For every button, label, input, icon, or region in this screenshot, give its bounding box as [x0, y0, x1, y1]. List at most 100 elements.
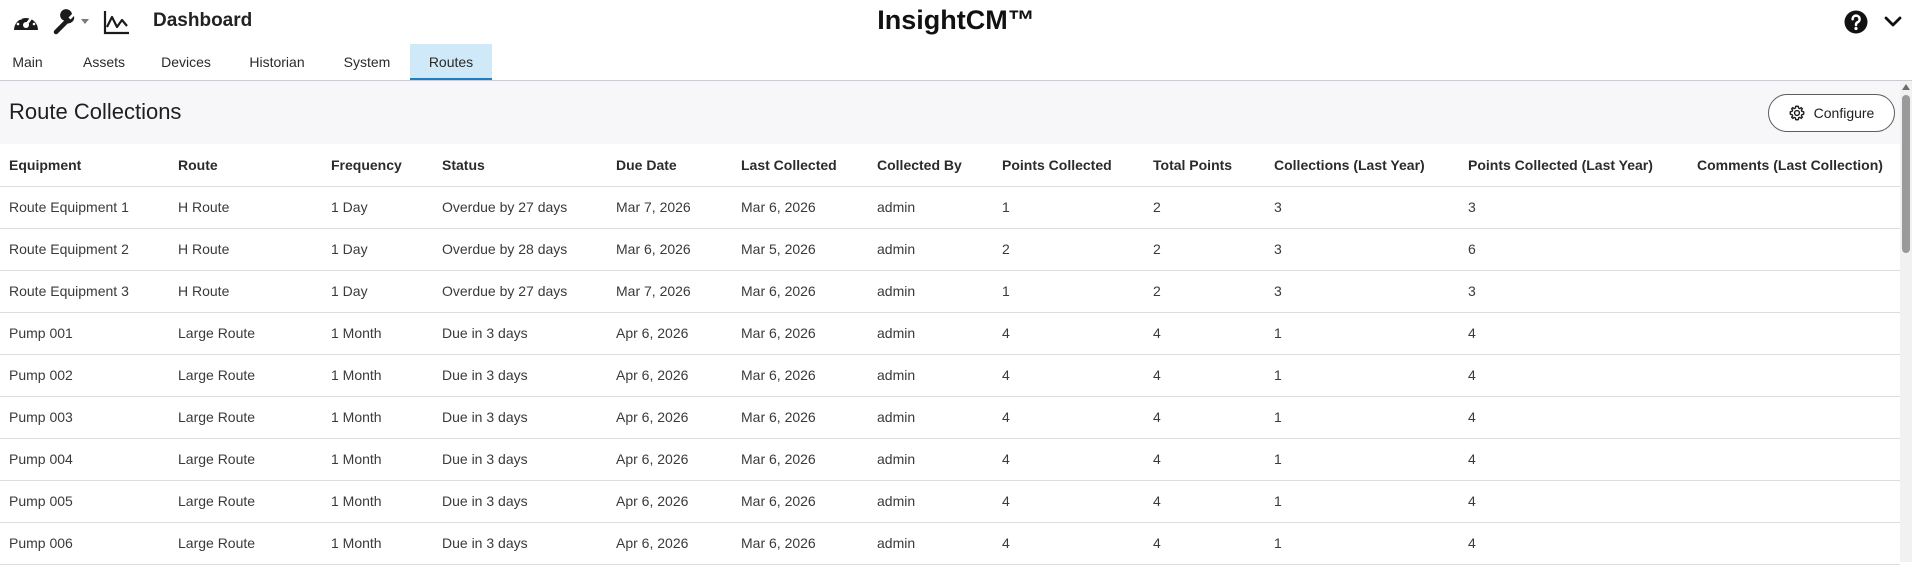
cell-last-collected: Mar 6, 2026 [741, 367, 816, 383]
column-header-total-points[interactable]: Total Points [1153, 144, 1232, 186]
cell-due-date: Apr 6, 2026 [616, 493, 689, 509]
route-collections-table: Equipment Route Frequency Status Due Dat… [0, 144, 1900, 565]
scroll-up-arrow-icon[interactable] [1902, 84, 1910, 90]
tab-system[interactable]: System [330, 44, 404, 80]
app-title: InsightCM™ [877, 5, 1035, 35]
cell-frequency: 1 Month [331, 535, 382, 551]
cell-total-points: 2 [1153, 199, 1161, 215]
table-row[interactable]: Route Equipment 1 H Route 1 Day Overdue by … [0, 187, 1900, 229]
column-header-due-date[interactable]: Due Date [616, 144, 677, 186]
cell-due-date: Apr 6, 2026 [616, 451, 689, 467]
table-row[interactable]: Route Equipment 3 H Route 1 Day Overdue by … [0, 271, 1900, 313]
cell-collections-last-year: 3 [1274, 283, 1282, 299]
gear-icon [1789, 105, 1805, 121]
cell-collections-last-year: 1 [1274, 535, 1282, 551]
scrollbar-thumb[interactable] [1902, 95, 1910, 253]
tab-routes[interactable]: Routes [410, 44, 492, 80]
cell-collected-by: admin [877, 493, 916, 509]
cell-equipment: Pump 006 [9, 535, 73, 551]
configure-button[interactable]: Configure [1768, 94, 1895, 132]
top-header: Dashboard InsightCM™ [0, 0, 1912, 44]
tab-main[interactable]: Main [0, 44, 55, 80]
column-header-equipment[interactable]: Equipment [9, 144, 81, 186]
column-header-last-collected[interactable]: Last Collected [741, 144, 837, 186]
column-header-frequency[interactable]: Frequency [331, 144, 402, 186]
tab-assets[interactable]: Assets [66, 44, 142, 80]
vertical-scrollbar[interactable] [1900, 81, 1912, 562]
cell-total-points: 2 [1153, 283, 1161, 299]
cell-points-collected-last-year: 4 [1468, 451, 1476, 467]
cell-equipment: Pump 003 [9, 409, 73, 425]
cell-route: Large Route [178, 451, 256, 467]
cell-equipment: Pump 002 [9, 367, 73, 383]
cell-route: Large Route [178, 493, 256, 509]
cell-due-date: Mar 7, 2026 [616, 283, 691, 299]
cell-equipment: Pump 001 [9, 325, 73, 341]
tab-historian[interactable]: Historian [240, 44, 314, 80]
cell-last-collected: Mar 6, 2026 [741, 325, 816, 341]
cell-last-collected: Mar 5, 2026 [741, 241, 816, 257]
cell-points-collected-last-year: 3 [1468, 199, 1476, 215]
cell-last-collected: Mar 6, 2026 [741, 493, 816, 509]
cell-status: Due in 3 days [442, 451, 528, 467]
page-title: Route Collections [9, 99, 182, 124]
cell-collected-by: admin [877, 409, 916, 425]
cell-status: Due in 3 days [442, 325, 528, 341]
chevron-down-icon[interactable] [1881, 8, 1905, 36]
cell-points-collected-last-year: 4 [1468, 325, 1476, 341]
tab-bar: Main Assets Devices Historian System Rou… [0, 44, 1912, 81]
cell-status: Overdue by 27 days [442, 283, 568, 299]
cell-points-collected: 4 [1002, 409, 1010, 425]
cell-equipment: Pump 005 [9, 493, 73, 509]
cell-route: Large Route [178, 409, 256, 425]
cell-last-collected: Mar 6, 2026 [741, 535, 816, 551]
cell-last-collected: Mar 6, 2026 [741, 283, 816, 299]
cell-collected-by: admin [877, 325, 916, 341]
table-row[interactable]: Pump 004 Large Route 1 Month Due in 3 days A… [0, 439, 1900, 481]
dashboard-label[interactable]: Dashboard [153, 10, 252, 32]
cell-points-collected: 1 [1002, 199, 1010, 215]
help-icon[interactable] [1842, 8, 1870, 36]
cell-collections-last-year: 1 [1274, 325, 1282, 341]
table-row[interactable]: Pump 003 Large Route 1 Month Due in 3 days A… [0, 397, 1900, 439]
cell-due-date: Mar 6, 2026 [616, 241, 691, 257]
cell-collected-by: admin [877, 199, 916, 215]
speedometer-icon[interactable] [10, 8, 42, 36]
section-header: Route Collections Configure [0, 81, 1900, 144]
cell-status: Overdue by 27 days [442, 199, 568, 215]
caret-down-icon[interactable] [80, 8, 90, 36]
column-header-collections-last-year[interactable]: Collections (Last Year) [1274, 144, 1425, 186]
table-row[interactable]: Route Equipment 2 H Route 1 Day Overdue by … [0, 229, 1900, 271]
cell-equipment: Route Equipment 2 [9, 241, 129, 257]
cell-collected-by: admin [877, 367, 916, 383]
cell-status: Due in 3 days [442, 409, 528, 425]
table-row[interactable]: Pump 005 Large Route 1 Month Due in 3 days A… [0, 481, 1900, 523]
column-header-collected-by[interactable]: Collected By [877, 144, 962, 186]
table-row[interactable]: Pump 006 Large Route 1 Month Due in 3 days A… [0, 523, 1900, 565]
column-header-points-collected-last-year[interactable]: Points Collected (Last Year) [1468, 144, 1653, 186]
cell-points-collected: 4 [1002, 451, 1010, 467]
cell-collected-by: admin [877, 451, 916, 467]
cell-collections-last-year: 1 [1274, 451, 1282, 467]
table-row[interactable]: Pump 002 Large Route 1 Month Due in 3 days A… [0, 355, 1900, 397]
cell-points-collected-last-year: 6 [1468, 241, 1476, 257]
cell-due-date: Apr 6, 2026 [616, 409, 689, 425]
cell-last-collected: Mar 6, 2026 [741, 409, 816, 425]
cell-frequency: 1 Month [331, 493, 382, 509]
cell-frequency: 1 Month [331, 451, 382, 467]
cell-status: Due in 3 days [442, 493, 528, 509]
cell-route: H Route [178, 199, 230, 215]
column-header-points-collected[interactable]: Points Collected [1002, 144, 1112, 186]
column-header-route[interactable]: Route [178, 144, 218, 186]
column-header-status[interactable]: Status [442, 144, 485, 186]
cell-frequency: 1 Month [331, 367, 382, 383]
trend-chart-icon[interactable] [103, 8, 131, 36]
tab-devices[interactable]: Devices [146, 44, 226, 80]
wrench-icon[interactable] [52, 8, 78, 36]
cell-points-collected: 4 [1002, 493, 1010, 509]
column-header-comments-last-collection[interactable]: Comments (Last Collection) [1697, 144, 1883, 186]
table-row[interactable]: Pump 001 Large Route 1 Month Due in 3 days A… [0, 313, 1900, 355]
cell-frequency: 1 Day [331, 199, 368, 215]
configure-label: Configure [1813, 105, 1875, 121]
cell-collections-last-year: 3 [1274, 241, 1282, 257]
